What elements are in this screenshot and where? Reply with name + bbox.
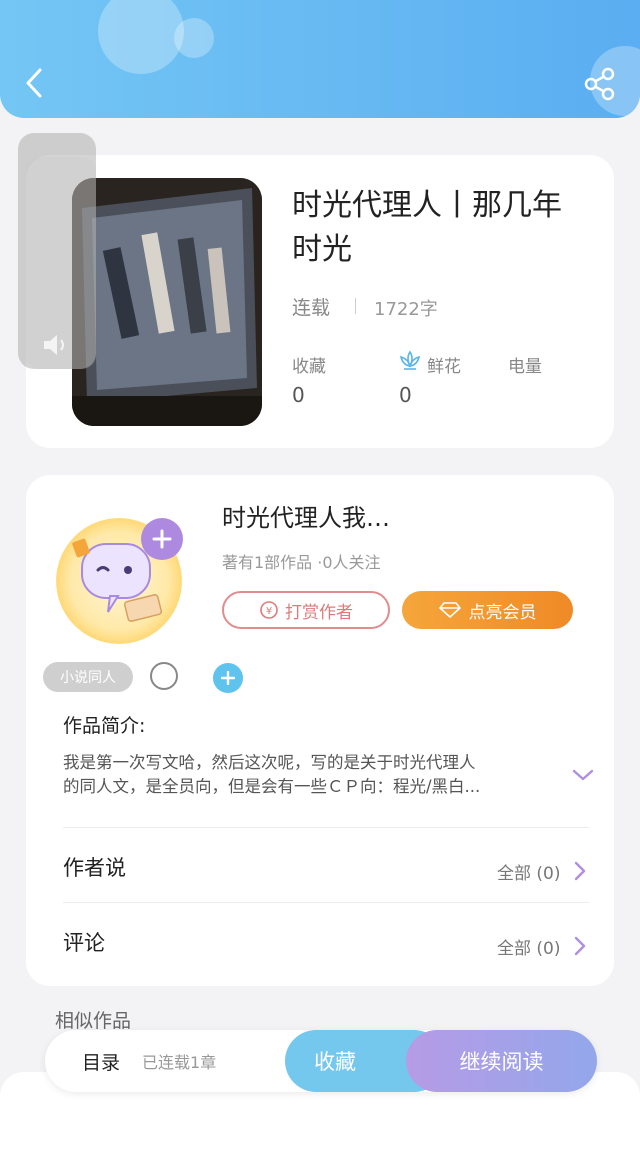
author-says-label: 作者说 (63, 856, 126, 880)
meta-divider (355, 298, 356, 314)
coin-icon: ¥ (260, 601, 278, 619)
share-icon[interactable] (582, 66, 618, 102)
divider (63, 827, 589, 828)
vip-label: 点亮会员 (468, 602, 537, 623)
book-cover-image[interactable] (72, 178, 262, 426)
continue-reading-label: 继续阅读 (459, 1050, 544, 1074)
power-stat-label: 电量 (508, 357, 542, 377)
author-meta: 著有1部作品 ·0人关注 (222, 553, 381, 572)
plus-icon (152, 529, 172, 549)
svg-text:¥: ¥ (266, 606, 272, 617)
expand-chevron-icon[interactable] (571, 767, 595, 783)
top-header (0, 0, 640, 118)
follow-button[interactable] (141, 518, 183, 560)
book-status: 连载 (292, 297, 331, 319)
collect-stat-value: 0 (292, 383, 305, 407)
comments-count: 全部 (0) (497, 939, 561, 959)
catalog-label: 目录 (82, 1051, 121, 1074)
flower-stat-value: 0 (399, 383, 412, 407)
intro-heading: 作品简介: (63, 715, 146, 737)
author-says-row[interactable]: 作者说 全部 (0) (63, 840, 589, 900)
plus-icon (221, 671, 235, 685)
catalog-button[interactable]: 目录 已连载1章 (70, 1040, 280, 1082)
divider (63, 902, 589, 903)
chevron-left-icon[interactable] (22, 66, 48, 100)
collect-label: 收藏 (314, 1050, 356, 1074)
flower-icon (399, 350, 421, 370)
comments-label: 评论 (63, 931, 105, 955)
tip-author-label: 打赏作者 (285, 602, 353, 623)
similar-heading: 相似作品 (55, 1010, 132, 1032)
tip-author-button[interactable]: ¥ 打赏作者 (222, 591, 390, 629)
continue-reading-button[interactable]: 继续阅读 (406, 1030, 597, 1092)
author-says-count: 全部 (0) (497, 864, 561, 884)
category-tag-label: 小说同人 (60, 670, 116, 686)
vip-button[interactable]: 点亮会员 (402, 591, 573, 629)
chevron-right-icon (574, 936, 586, 956)
diamond-icon (438, 602, 461, 618)
empty-circle-toggle[interactable] (150, 662, 178, 690)
intro-text-line2: 的同人文，是全员向，但是会有一些ＣＰ向：程光/黑白... (63, 777, 481, 796)
chevron-right-icon (574, 861, 586, 881)
word-count: 1722字 (374, 299, 438, 320)
comments-row[interactable]: 评论 全部 (0) (63, 915, 589, 975)
flower-stat-label: 鲜花 (427, 357, 461, 377)
chapters-label: 已连载1章 (142, 1053, 217, 1072)
category-tag[interactable]: 小说同人 (43, 662, 133, 692)
add-tag-button[interactable] (213, 663, 243, 693)
book-title: 时光代理人丨那几年时光 (292, 188, 562, 267)
speaker-icon (44, 335, 64, 355)
author-name: 时光代理人我… (222, 504, 390, 532)
intro-text-line1: 我是第一次写文哈，然后这次呢，写的是关于时光代理人 (63, 753, 476, 772)
collect-stat-label: 收藏 (292, 357, 326, 377)
